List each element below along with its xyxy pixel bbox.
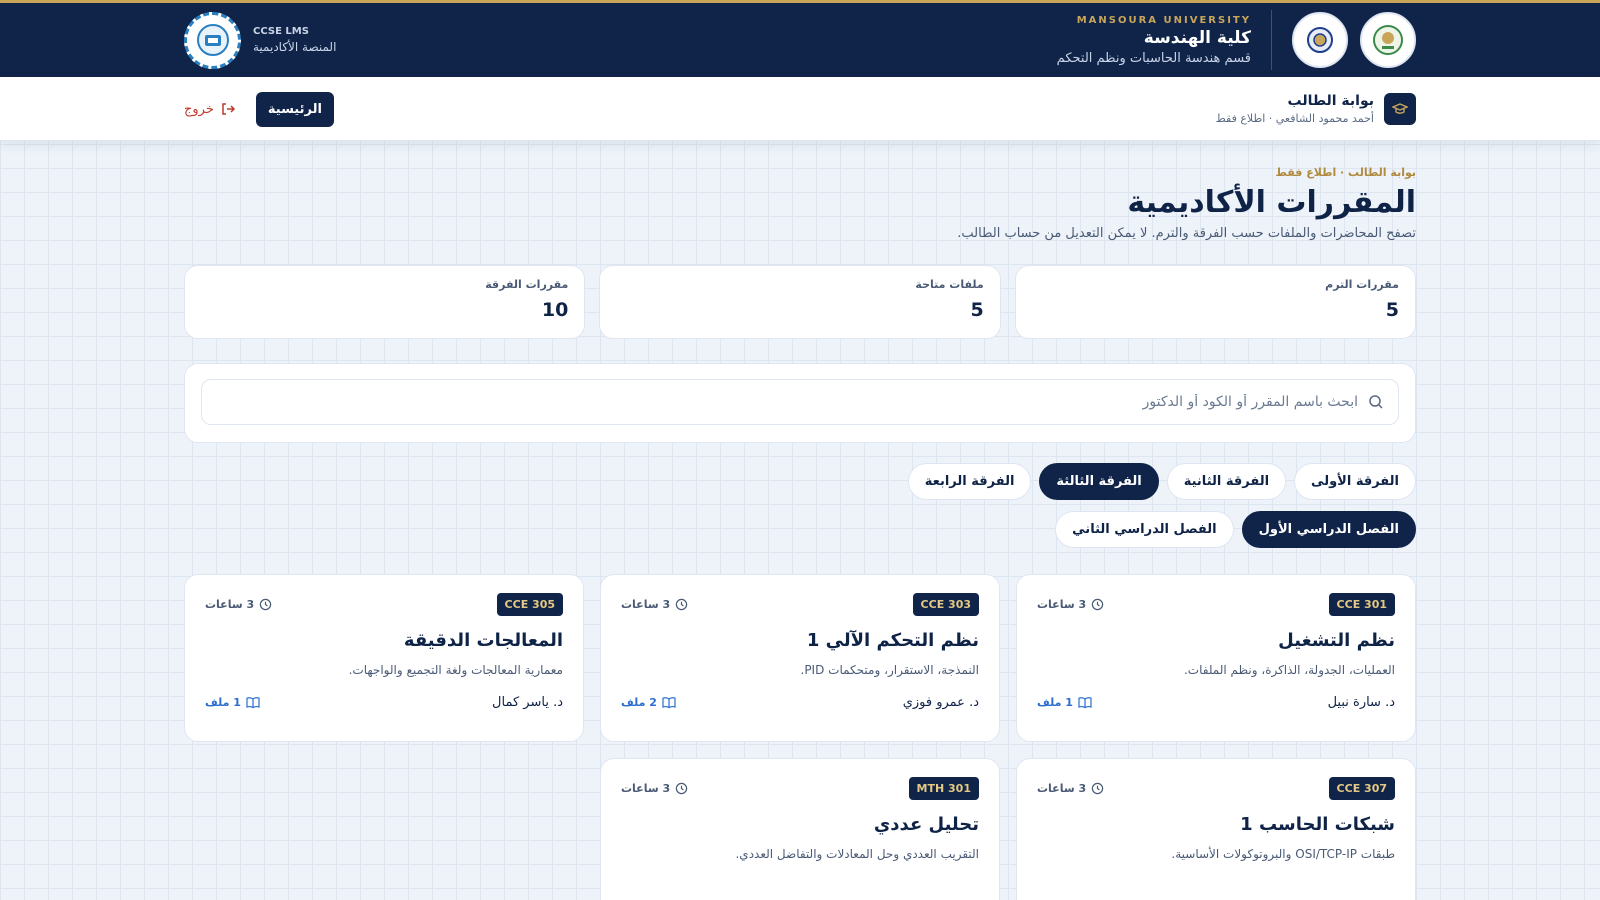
- student-portal-info: بوابة الطالب أحمد محمود الشافعي · اطلاع …: [1216, 93, 1416, 125]
- page-title: المقررات الأكاديمية: [1127, 185, 1416, 220]
- stat-card-year-courses: مقررات الفرقة 10: [184, 265, 586, 339]
- university-name: MANSOURA UNIVERSITY: [1076, 14, 1251, 26]
- course-description: العمليات، الجدولة، الذاكرة، ونظم الملفات…: [1183, 663, 1395, 677]
- course-files-link[interactable]: 1 ملف: [1037, 696, 1092, 709]
- course-instructor: د. عمرو فوزي: [902, 695, 979, 710]
- lms-logo: [184, 11, 241, 69]
- lms-brand[interactable]: CCSE LMS المنصة الأكاديمية: [184, 11, 337, 69]
- faculty-brand: MANSOURA UNIVERSITY كلية الهندسة قسم هند…: [1057, 10, 1416, 70]
- lms-kicker: CCSE LMS: [253, 26, 309, 37]
- university-logo: [1360, 12, 1416, 68]
- sub-navigation: بوابة الطالب أحمد محمود الشافعي · اطلاع …: [0, 77, 1600, 141]
- files-count: 1 ملف: [205, 696, 241, 709]
- book-icon: [1078, 697, 1092, 709]
- credit-hours: 3 ساعات: [1037, 598, 1104, 611]
- files-count: 2 ملف: [621, 696, 657, 709]
- faculty-name: كلية الهندسة: [1143, 27, 1251, 48]
- stats-row: مقررات الترم 5 ملفات متاحة 5 مقررات الفر…: [184, 265, 1416, 339]
- top-header: MANSOURA UNIVERSITY كلية الهندسة قسم هند…: [0, 0, 1600, 77]
- stat-value: 5: [970, 299, 984, 321]
- year-tab-fourth[interactable]: الفرقة الرابعة: [907, 463, 1032, 500]
- course-description: طبقات OSI/TCP-IP والبروتوكولات الأساسية.: [1171, 847, 1395, 861]
- search-card: [184, 363, 1416, 443]
- year-tab-third[interactable]: الفرقة الثالثة: [1039, 463, 1159, 500]
- stat-card-available-files: ملفات متاحة 5: [599, 265, 1001, 339]
- course-card[interactable]: CCE 307 3 ساعات شبكات الحاسب 1 طبقات OSI…: [1016, 758, 1416, 900]
- credit-hours: 3 ساعات: [1037, 782, 1104, 795]
- credit-hours: 3 ساعات: [621, 782, 688, 795]
- clock-icon: [1091, 598, 1104, 611]
- breadcrumb: بوابة الطالب · اطلاع فقط: [1275, 166, 1416, 179]
- home-button[interactable]: الرئيسية: [255, 91, 334, 127]
- search-icon: [1369, 395, 1383, 409]
- course-title: نظم التحكم الآلي 1: [806, 630, 979, 651]
- files-count: 1 ملف: [1037, 696, 1073, 709]
- year-tab-second[interactable]: الفرقة الثانية: [1166, 463, 1287, 500]
- logout-icon: [222, 103, 235, 115]
- year-tab-first[interactable]: الفرقة الأولى: [1294, 463, 1416, 500]
- logout-label: خروج: [184, 101, 214, 117]
- stat-value: 10: [541, 299, 569, 321]
- course-title: نظم التشغيل: [1278, 630, 1395, 651]
- stat-value: 5: [1385, 299, 1399, 321]
- search-input[interactable]: [216, 394, 1358, 410]
- clock-icon: [259, 598, 272, 611]
- stat-label: مقررات الفرقة: [485, 278, 569, 291]
- hours-label: 3 ساعات: [1037, 782, 1087, 795]
- year-filter: الفرقة الأولى الفرقة الثانية الفرقة الثا…: [184, 463, 1416, 500]
- semester-tab-first[interactable]: الفصل الدراسي الأول: [1241, 511, 1416, 548]
- page-subtitle: تصفح المحاضرات والملفات حسب الفرقة والتر…: [957, 226, 1416, 241]
- course-title: المعالجات الدقيقة: [403, 630, 563, 651]
- course-instructor: د. سارة نبيل: [1327, 695, 1395, 710]
- semester-tab-second[interactable]: الفصل الدراسي الثاني: [1055, 511, 1234, 548]
- hours-label: 3 ساعات: [205, 598, 255, 611]
- faculty-logo: [1292, 12, 1348, 68]
- course-grid: CCE 301 3 ساعات نظم التشغيل العمليات، ال…: [184, 574, 1416, 900]
- credit-hours: 3 ساعات: [205, 598, 272, 611]
- lms-subtitle: المنصة الأكاديمية: [253, 40, 337, 54]
- course-files-link[interactable]: 2 ملف: [621, 696, 676, 709]
- clock-icon: [675, 782, 688, 795]
- course-code-badge: CCE 303: [912, 593, 979, 616]
- course-code-badge: MTH 301: [908, 777, 979, 800]
- student-name: أحمد محمود الشافعي · اطلاع فقط: [1215, 112, 1374, 125]
- book-icon: [246, 697, 260, 709]
- portal-title: بوابة الطالب: [1287, 93, 1374, 109]
- stat-label: ملفات متاحة: [915, 278, 984, 291]
- graduation-cap-icon: [1384, 93, 1416, 125]
- hours-label: 3 ساعات: [621, 782, 671, 795]
- credit-hours: 3 ساعات: [621, 598, 688, 611]
- search-box[interactable]: [201, 379, 1399, 425]
- course-code-badge: CCE 305: [496, 593, 563, 616]
- hours-label: 3 ساعات: [621, 598, 671, 611]
- stat-card-term-courses: مقررات الترم 5: [1014, 265, 1416, 339]
- course-card[interactable]: CCE 301 3 ساعات نظم التشغيل العمليات، ال…: [1016, 574, 1416, 742]
- course-description: معمارية المعالجات ولغة التجميع والواجهات…: [348, 663, 563, 677]
- course-title: تحليل عددي: [873, 814, 979, 835]
- main-content: بوابة الطالب · اطلاع فقط المقررات الأكاد…: [184, 141, 1416, 900]
- course-code-badge: CCE 307: [1328, 777, 1395, 800]
- clock-icon: [675, 598, 688, 611]
- stat-label: مقررات الترم: [1325, 278, 1399, 291]
- course-files-link[interactable]: 1 ملف: [205, 696, 260, 709]
- header-divider: [1271, 10, 1272, 70]
- course-card[interactable]: CCE 305 3 ساعات المعالجات الدقيقة معماري…: [184, 574, 584, 742]
- book-icon: [662, 697, 676, 709]
- clock-icon: [1091, 782, 1104, 795]
- course-card[interactable]: MTH 301 3 ساعات تحليل عددي التقريب العدد…: [600, 758, 1000, 900]
- course-instructor: د. ياسر كمال: [492, 695, 563, 710]
- logout-button[interactable]: خروج: [184, 101, 236, 117]
- course-code-badge: CCE 301: [1328, 593, 1395, 616]
- course-description: التقريب العددي وحل المعادلات والتفاضل ال…: [735, 847, 979, 861]
- hours-label: 3 ساعات: [1037, 598, 1087, 611]
- department-name: قسم هندسة الحاسبات ونظم التحكم: [1056, 50, 1251, 66]
- semester-filter: الفصل الدراسي الأول الفصل الدراسي الثاني: [184, 511, 1416, 548]
- course-card[interactable]: CCE 303 3 ساعات نظم التحكم الآلي 1 النمذ…: [600, 574, 1000, 742]
- course-title: شبكات الحاسب 1: [1240, 814, 1395, 835]
- course-description: النمذجة، الاستقرار، ومتحكمات PID.: [800, 663, 979, 677]
